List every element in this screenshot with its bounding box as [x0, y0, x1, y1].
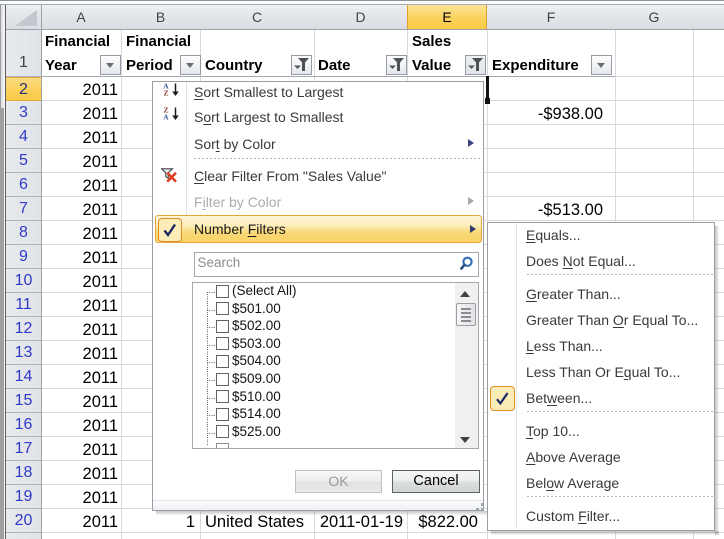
- svg-text:A: A: [163, 112, 169, 120]
- svg-text:Z: Z: [164, 88, 169, 96]
